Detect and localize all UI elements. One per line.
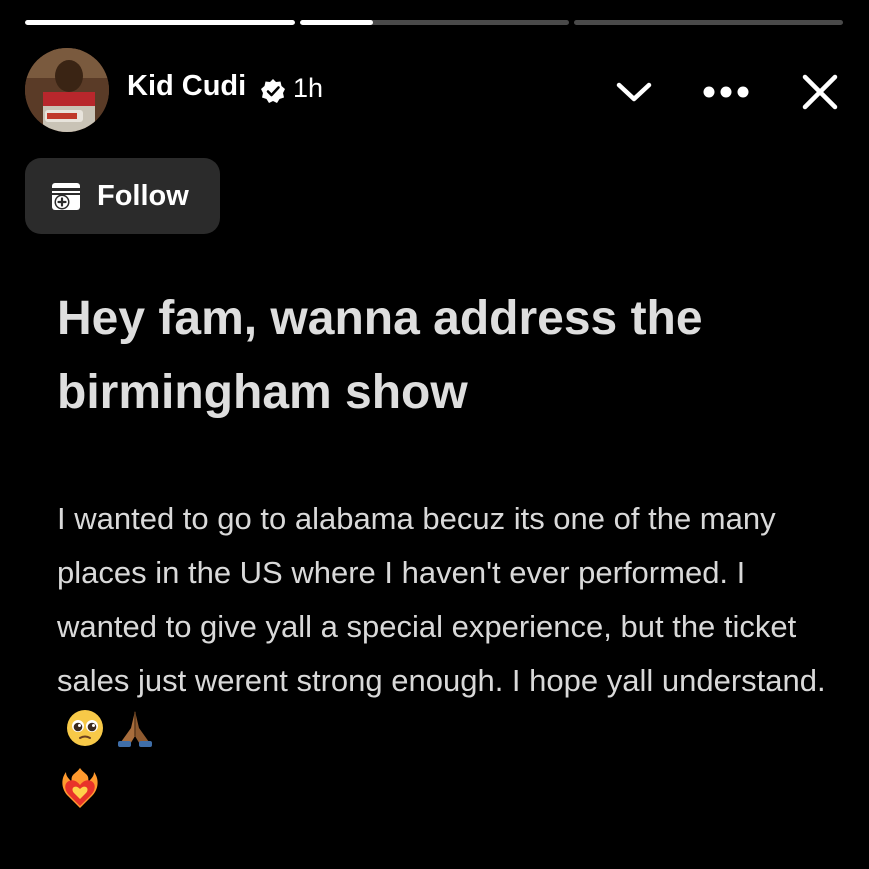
story-viewer: Kid Cudi 1h Follow Hey fam, wanna addres…: [0, 0, 869, 869]
heart-on-fire-emoji: [58, 766, 102, 810]
avatar-image: [25, 48, 109, 132]
avatar[interactable]: [25, 48, 109, 132]
post-time: 1h: [293, 73, 324, 103]
close-icon: [802, 74, 838, 110]
close-button[interactable]: [792, 64, 848, 120]
follow-add-icon: [52, 183, 80, 210]
more-options-button[interactable]: [694, 70, 758, 114]
follow-label: Follow: [97, 180, 189, 212]
follow-button[interactable]: Follow: [25, 158, 220, 234]
progress-segment: [300, 20, 569, 25]
progress-segment: [574, 20, 843, 25]
username[interactable]: Kid Cudi: [127, 70, 246, 103]
pleading-face-emoji: [65, 708, 105, 765]
chevron-down-icon: [616, 82, 652, 102]
chevron-down-button[interactable]: [608, 70, 660, 114]
post-body-text: I wanted to go to alabama becuz its one …: [57, 501, 826, 698]
post-headline: Hey fam, wanna address the birmingham sh…: [57, 292, 703, 419]
verified-badge-icon: [261, 79, 285, 103]
progress-segment: [25, 20, 295, 25]
story-progress: [25, 20, 843, 25]
more-icon: [703, 86, 749, 98]
folded-hands-emoji: [113, 708, 157, 765]
post-body: I wanted to go to alabama becuz its one …: [57, 492, 847, 765]
